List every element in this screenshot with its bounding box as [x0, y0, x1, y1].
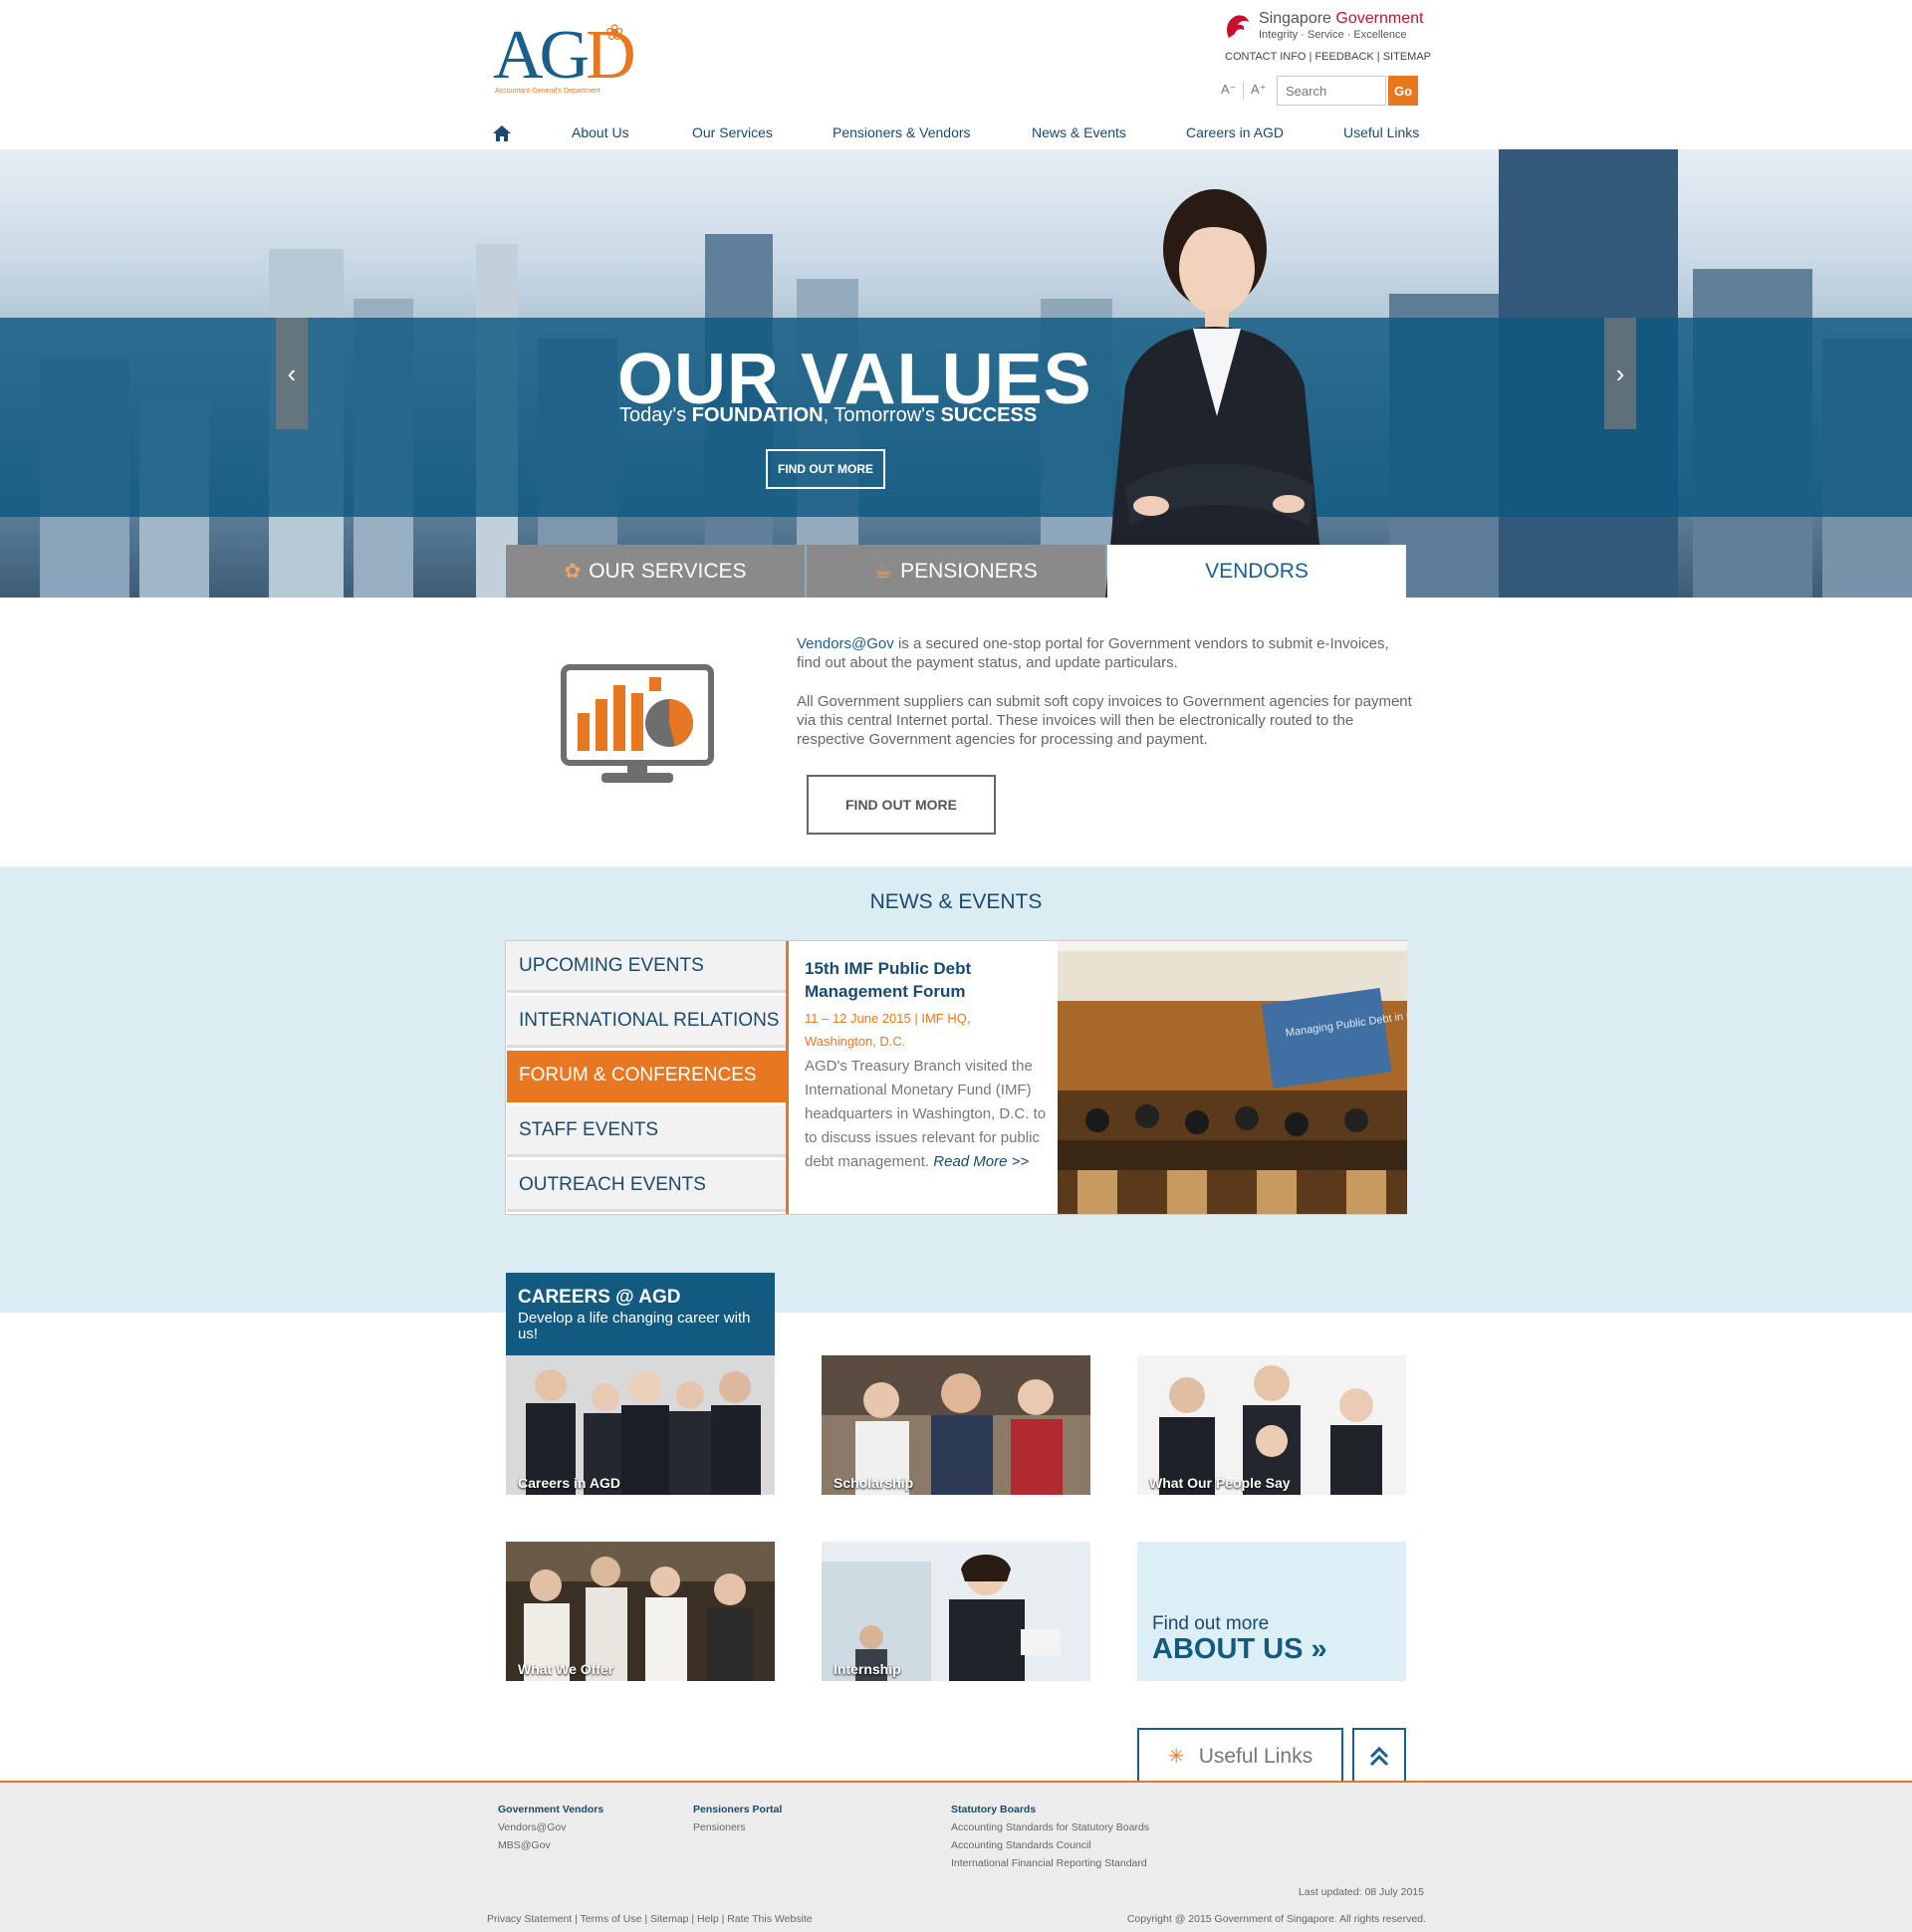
useful-links-label: Useful Links: [1198, 1744, 1314, 1768]
nav-about-us[interactable]: About Us: [572, 124, 629, 140]
careers-banner[interactable]: CAREERS @ AGD Develop a life changing ca…: [506, 1273, 775, 1356]
tile-scholarship[interactable]: Scholarship: [822, 1355, 1090, 1495]
service-tabs: ✿ OUR SERVICES ☕ PENSIONERS VENDORS: [506, 545, 1406, 598]
tab-our-services[interactable]: ✿ OUR SERVICES: [506, 545, 805, 598]
agd-logo[interactable]: AGD ❀ Accountant-General's Department: [493, 20, 636, 100]
pensioner-icon: ☕: [874, 561, 893, 583]
nav-careers[interactable]: Careers in AGD: [1186, 124, 1284, 140]
home-icon[interactable]: [492, 124, 512, 142]
news-cat-upcoming-events[interactable]: UPCOMING EVENTS: [507, 941, 786, 993]
people-say-photo: [1137, 1355, 1406, 1495]
footer-link[interactable]: MBS@Gov: [498, 1836, 603, 1854]
news-cat-outreach-events[interactable]: OUTREACH EVENTS: [507, 1160, 786, 1212]
last-updated: Last updated: 08 July 2015: [1298, 1886, 1424, 1898]
tab-vendors-label: VENDORS: [1205, 559, 1309, 583]
utility-links[interactable]: CONTACT INFO | FEEDBACK | SITEMAP: [1225, 51, 1431, 63]
about-us-label: ABOUT US »: [1152, 1633, 1327, 1665]
tile-label: What Our People Say: [1149, 1475, 1291, 1491]
footer-link[interactable]: Accounting Standards for Statutory Board…: [951, 1818, 1149, 1836]
logo-subtitle: Accountant-General's Department: [495, 88, 600, 95]
footer-bottom-links[interactable]: Privacy Statement | Terms of Use | Sitem…: [487, 1913, 813, 1925]
tile-what-we-offer[interactable]: What We Offer: [506, 1542, 775, 1681]
footer-heading[interactable]: Pensioners Portal: [693, 1801, 782, 1818]
site-header: AGD ❀ Accountant-General's Department Si…: [0, 0, 1912, 149]
tile-label: What We Offer: [518, 1661, 614, 1677]
internship-photo: [822, 1542, 1090, 1681]
nav-our-services[interactable]: Our Services: [692, 124, 773, 140]
careers-group-photo: [506, 1355, 775, 1495]
careers-heading: CAREERS @ AGD: [518, 1287, 681, 1308]
read-more-link[interactable]: Read More >>: [933, 1153, 1029, 1170]
tab-pensioners-label: PENSIONERS: [900, 559, 1038, 583]
footer-col-vendors: Government Vendors Vendors@Gov MBS@Gov: [498, 1801, 603, 1854]
news-divider: [786, 941, 789, 1214]
careers-subheading: Develop a life changing career with us!: [518, 1310, 751, 1342]
news-section-title: NEWS & EVENTS: [869, 890, 1043, 913]
tile-label: Careers in AGD: [518, 1475, 620, 1491]
lion-head-icon: [1227, 15, 1249, 38]
footer-heading[interactable]: Statutory Boards: [951, 1801, 1149, 1818]
footer-heading[interactable]: Government Vendors: [498, 1801, 603, 1818]
news-cat-international-relations[interactable]: INTERNATIONAL RELATIONS: [507, 996, 786, 1048]
businesswoman-image: [1105, 189, 1324, 598]
footer-link[interactable]: Pensioners: [693, 1818, 782, 1836]
carousel-prev-button[interactable]: ‹: [276, 318, 308, 429]
double-chevron-up-icon: [1369, 1746, 1389, 1766]
nav-news-events[interactable]: News & Events: [1032, 124, 1126, 140]
news-article-body: AGD's Treasury Branch visited the Intern…: [805, 1058, 1047, 1170]
butterfly-icon: ❀: [605, 20, 624, 45]
news-cat-forum-conferences[interactable]: FORUM & CONFERENCES: [507, 1051, 786, 1102]
vendors-description-2: All Government suppliers can submit soft…: [797, 693, 1412, 748]
services-icon: ✿: [564, 561, 582, 583]
news-box: UPCOMING EVENTS INTERNATIONAL RELATIONS …: [505, 940, 1407, 1215]
vendors-gov-link[interactable]: Vendors@Gov: [797, 635, 894, 652]
font-increase-button[interactable]: A⁺: [1251, 82, 1267, 98]
nav-pensioners-vendors[interactable]: Pensioners & Vendors: [833, 124, 971, 140]
news-events-section: NEWS & EVENTS UPCOMING EVENTS INTERNATIO…: [0, 866, 1912, 1313]
offer-photo: [506, 1542, 775, 1681]
monitor-chart-icon: [561, 664, 714, 783]
tab-our-services-label: OUR SERVICES: [589, 559, 747, 583]
tile-label: Scholarship: [834, 1475, 914, 1491]
vendors-find-out-more-button[interactable]: FIND OUT MORE: [807, 775, 996, 835]
network-icon: ✳: [1167, 1746, 1185, 1768]
search-input[interactable]: [1277, 76, 1386, 106]
hero-banner: OUR VALUES Today's FOUNDATION, Tomorrow'…: [0, 149, 1912, 598]
carousel-next-button[interactable]: ›: [1604, 318, 1636, 429]
singapore-government-logo[interactable]: Singapore Government Integrity · Service…: [1223, 10, 1424, 44]
font-decrease-button[interactable]: A⁻: [1221, 82, 1237, 98]
vendors-panel: Vendors@Gov is a secured one-stop portal…: [0, 598, 1912, 866]
back-to-top-button[interactable]: [1352, 1728, 1406, 1783]
main-nav: About Us Our Services Pensioners & Vendo…: [0, 121, 1912, 147]
news-article-date: 11 – 12 June 2015 | IMF HQ, Washington, …: [805, 1011, 971, 1049]
search-go-button[interactable]: Go: [1388, 76, 1418, 106]
tab-pensioners[interactable]: ☕ PENSIONERS: [807, 545, 1105, 598]
footer-link[interactable]: Accounting Standards Council: [951, 1836, 1149, 1854]
footer-col-pensioners: Pensioners Portal Pensioners: [693, 1801, 782, 1836]
tab-vendors[interactable]: VENDORS: [1107, 545, 1406, 598]
footer-col-statutory: Statutory Boards Accounting Standards fo…: [951, 1801, 1149, 1872]
hero-find-out-more-button[interactable]: FIND OUT MORE: [766, 449, 885, 489]
scholarship-photo: [822, 1355, 1090, 1495]
tile-careers-in-agd[interactable]: Careers in AGD: [506, 1355, 775, 1495]
tile-what-our-people-say[interactable]: What Our People Say: [1137, 1355, 1406, 1495]
conference-photo: Managing Public Debt in Challenging Mark…: [1058, 941, 1407, 1214]
tile-label: Internship: [834, 1661, 901, 1677]
news-cat-staff-events[interactable]: STAFF EVENTS: [507, 1105, 786, 1157]
about-us-box[interactable]: Find out more ABOUT US »: [1137, 1542, 1406, 1681]
site-footer: Government Vendors Vendors@Gov MBS@Gov P…: [0, 1781, 1912, 1932]
copyright: Copyright @ 2015 Government of Singapore…: [1126, 1913, 1426, 1925]
useful-links-button[interactable]: ✳ Useful Links: [1137, 1728, 1343, 1783]
vendors-description: Vendors@Gov is a secured one-stop portal…: [797, 635, 1389, 671]
tile-internship[interactable]: Internship: [822, 1542, 1090, 1681]
footer-link[interactable]: Vendors@Gov: [498, 1818, 603, 1836]
sg-gov-tagline: Integrity · Service · Excellence: [1259, 29, 1407, 41]
footer-link[interactable]: International Financial Reporting Standa…: [951, 1854, 1149, 1872]
about-find-out-more: Find out more: [1152, 1613, 1270, 1634]
hero-subtitle: Today's FOUNDATION, Tomorrow's SUCCESS: [619, 404, 1038, 426]
news-article-title[interactable]: 15th IMF Public Debt Management Forum: [805, 957, 1054, 1003]
nav-useful-links[interactable]: Useful Links: [1343, 124, 1419, 140]
font-control-divider: [1243, 82, 1244, 100]
sg-gov-title: Singapore Government: [1259, 10, 1424, 27]
